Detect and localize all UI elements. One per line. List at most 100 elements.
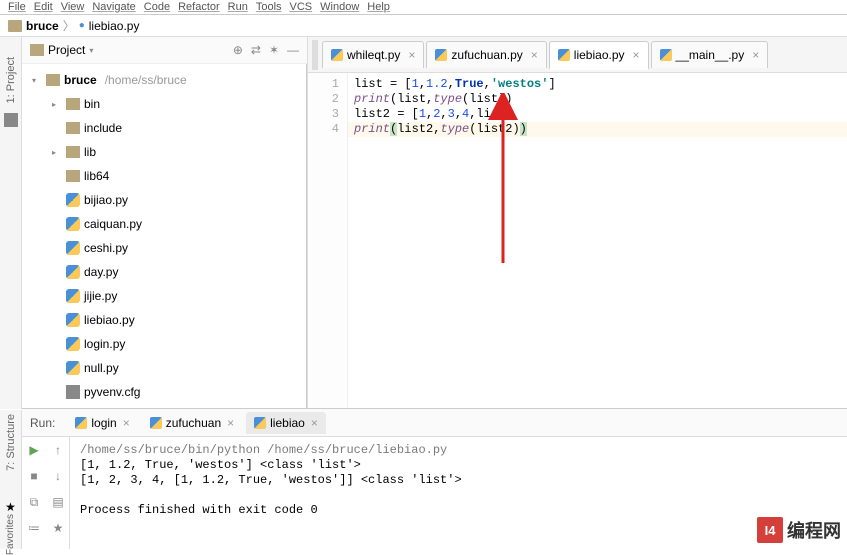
python-icon: [331, 49, 343, 61]
tree-item[interactable]: include: [22, 116, 306, 140]
tree-item[interactable]: ▸bin: [22, 92, 306, 116]
code-token: type: [440, 122, 469, 136]
close-icon[interactable]: ×: [311, 416, 318, 430]
project-title[interactable]: Project: [48, 43, 85, 57]
layout-button[interactable]: ⧉: [22, 489, 46, 515]
structure-tool-button[interactable]: 7: Structure: [5, 414, 17, 471]
expand-icon[interactable]: ▾: [32, 76, 42, 85]
main-menubar[interactable]: File Edit View Navigate Code Refactor Ru…: [0, 0, 847, 15]
tab-whileqt[interactable]: whileqt.py×: [322, 41, 424, 68]
close-icon[interactable]: ×: [633, 48, 640, 62]
run-header: Run: login× zufuchuan × liebiao×: [22, 409, 847, 437]
code-token: list2 = [: [354, 107, 419, 121]
code-token: (list)): [462, 92, 512, 106]
close-icon[interactable]: ×: [123, 416, 130, 430]
code-token: list = [: [354, 77, 412, 91]
gear-icon[interactable]: ✶: [269, 43, 279, 57]
up-button[interactable]: ↑: [46, 437, 70, 463]
menu-vcs[interactable]: VCS: [290, 2, 313, 12]
tree-item[interactable]: pyvenv.cfg: [22, 380, 306, 404]
folder-icon: [30, 44, 44, 56]
sidebar-tool-icon[interactable]: [4, 113, 18, 127]
code-token: 1: [419, 107, 426, 121]
code-token: print: [354, 92, 390, 106]
tab-label: liebiao.py: [574, 48, 625, 62]
menu-refactor[interactable]: Refactor: [178, 2, 220, 12]
menu-code[interactable]: Code: [144, 2, 170, 12]
project-tree[interactable]: ▾ bruce /home/ss/bruce ▸bin include ▸lib…: [22, 64, 307, 409]
expand-icon[interactable]: ▸: [52, 148, 62, 157]
project-panel: Project ▾ ⊕ ⇄ ✶ — ▾ bruce /home/ss/bruce…: [22, 37, 308, 409]
tree-item[interactable]: ceshi.py: [22, 236, 306, 260]
tree-root-name: bruce: [64, 73, 97, 87]
line-number: 3: [308, 107, 339, 122]
wrap-button[interactable]: ▤: [46, 489, 70, 515]
menu-tools[interactable]: Tools: [256, 2, 282, 12]
folder-icon: [66, 122, 80, 134]
project-tool-button[interactable]: 1: Project: [5, 57, 17, 103]
tree-root[interactable]: ▾ bruce /home/ss/bruce: [22, 68, 306, 92]
python-icon: [66, 313, 80, 327]
code-token: ,: [484, 77, 491, 91]
tree-item[interactable]: liebiao.py: [22, 308, 306, 332]
breadcrumb-file[interactable]: liebiao.py: [89, 19, 140, 33]
folder-icon: [66, 170, 80, 182]
menu-help[interactable]: Help: [367, 2, 390, 12]
menu-edit[interactable]: Edit: [34, 2, 53, 12]
tree-item[interactable]: login.py: [22, 332, 306, 356]
menu-view[interactable]: View: [61, 2, 85, 12]
menu-window[interactable]: Window: [320, 2, 359, 12]
chevron-down-icon[interactable]: ▾: [89, 46, 93, 55]
run-tab-liebiao[interactable]: liebiao×: [246, 412, 326, 434]
tree-item[interactable]: jijie.py: [22, 284, 306, 308]
run-tab-zufuchuan[interactable]: zufuchuan ×: [142, 412, 242, 434]
tab-scroll-left[interactable]: [312, 40, 318, 70]
code-token: ,: [448, 77, 455, 91]
expand-icon[interactable]: ▸: [52, 100, 62, 109]
rerun-button[interactable]: ▶: [22, 437, 46, 463]
python-icon: [150, 417, 162, 429]
tree-item[interactable]: day.py: [22, 260, 306, 284]
locate-icon[interactable]: ⊕: [233, 43, 243, 57]
tab-liebiao[interactable]: liebiao.py ×: [549, 41, 649, 70]
hide-icon[interactable]: —: [287, 43, 299, 57]
code-editor[interactable]: 1 2 3 4 list = [1,1.2,True,'westos'] pri…: [308, 73, 847, 409]
export-button[interactable]: ≔: [22, 515, 46, 541]
code-token: ,list]: [469, 107, 512, 121]
run-label: Run:: [30, 416, 55, 430]
menu-navigate[interactable]: Navigate: [92, 2, 135, 12]
tab-zufuchuan[interactable]: zufuchuan.py×: [426, 41, 546, 68]
tree-label: bijiao.py: [84, 193, 128, 207]
star-icon[interactable]: ★: [5, 500, 16, 514]
tree-item[interactable]: bijiao.py: [22, 188, 306, 212]
close-icon[interactable]: ×: [227, 416, 234, 430]
code-token: ,: [455, 107, 462, 121]
tree-item[interactable]: null.py: [22, 356, 306, 380]
down-button[interactable]: ↓: [46, 463, 70, 489]
code-token: True: [455, 77, 484, 91]
tree-item[interactable]: ▸lib: [22, 140, 306, 164]
watermark-text: 编程网: [787, 517, 841, 543]
line-number: 4: [308, 122, 339, 137]
pin-button[interactable]: ★: [46, 515, 70, 541]
run-tab-label: zufuchuan: [166, 416, 221, 430]
menu-run[interactable]: Run: [228, 2, 248, 12]
breadcrumb-project[interactable]: bruce: [26, 19, 59, 33]
menu-file[interactable]: File: [8, 2, 26, 12]
code-content[interactable]: list = [1,1.2,True,'westos'] print(list,…: [348, 73, 847, 409]
tree-label: liebiao.py: [84, 313, 135, 327]
tree-label: null.py: [84, 361, 119, 375]
close-icon[interactable]: ×: [408, 48, 415, 62]
close-icon[interactable]: ×: [752, 48, 759, 62]
tree-item[interactable]: lib64: [22, 164, 306, 188]
breadcrumb: bruce 〉 ● liebiao.py: [0, 15, 847, 37]
folder-icon: [46, 74, 60, 86]
run-tab-login[interactable]: login×: [67, 412, 137, 434]
tree-item[interactable]: caiquan.py: [22, 212, 306, 236]
stop-button[interactable]: ■: [22, 463, 46, 489]
editor-area: whileqt.py× zufuchuan.py× liebiao.py × __…: [308, 37, 847, 409]
tab-main[interactable]: __main__.py×: [651, 41, 769, 68]
collapse-icon[interactable]: ⇄: [251, 43, 261, 57]
console-output[interactable]: /home/ss/bruce/bin/python /home/ss/bruce…: [70, 437, 847, 549]
close-icon[interactable]: ×: [531, 48, 538, 62]
